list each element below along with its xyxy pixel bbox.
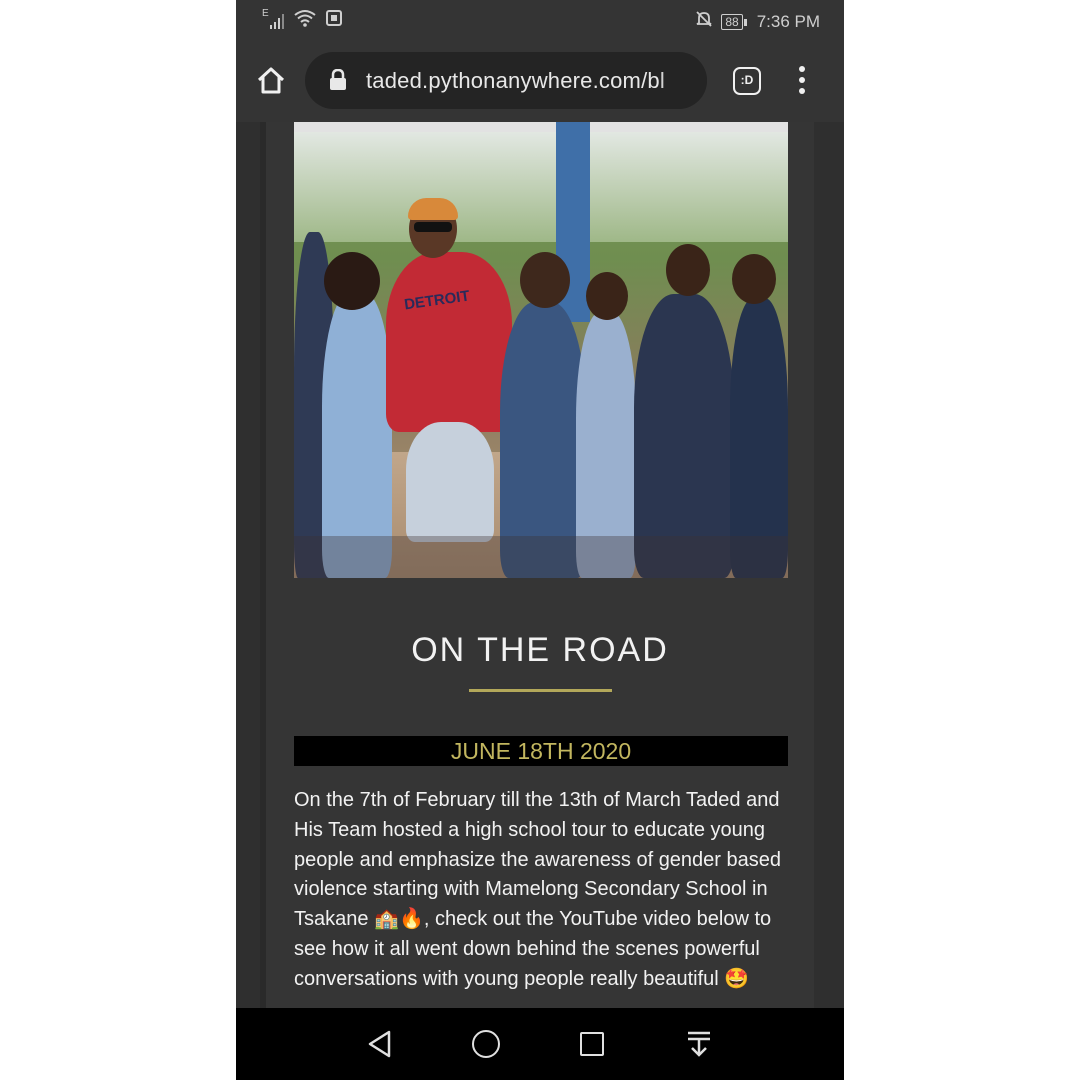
battery-icon: 88	[721, 13, 748, 30]
back-triangle-icon	[368, 1030, 391, 1058]
app-notification-icon	[326, 10, 342, 31]
pulldown-arrow-icon	[688, 1031, 710, 1057]
web-content[interactable]: DETROIT ON THE ROAD JUNE 18TH 2020 On th…	[236, 122, 844, 1008]
signal-icon: E	[262, 8, 284, 30]
notification-pulldown-button[interactable]	[686, 1030, 712, 1063]
dex-button[interactable]: :D	[733, 67, 761, 95]
navigation-bar	[236, 1008, 844, 1080]
wifi-icon	[294, 9, 316, 32]
mute-bell-icon	[695, 10, 713, 33]
dot-icon	[799, 66, 805, 72]
status-bar: E 88 7:36 PM	[236, 0, 844, 40]
recent-apps-button[interactable]	[580, 1032, 604, 1056]
url-text: taded.pythonanywhere.com/bl	[366, 68, 665, 93]
dot-icon	[799, 77, 805, 83]
person	[386, 252, 512, 432]
more-menu-button[interactable]	[796, 66, 808, 96]
home-circle-button[interactable]	[472, 1030, 500, 1058]
home-button[interactable]	[254, 64, 288, 98]
clock: 7:36 PM	[756, 11, 820, 31]
title-divider	[469, 689, 612, 692]
browser-toolbar: taded.pythonanywhere.com/bl :D	[236, 40, 844, 122]
home-icon	[257, 67, 285, 94]
post-date: JUNE 18TH 2020	[294, 736, 788, 766]
blog-photo: DETROIT	[294, 122, 788, 578]
address-bar[interactable]: taded.pythonanywhere.com/bl	[305, 52, 707, 109]
dot-icon	[799, 88, 805, 94]
back-button[interactable]	[367, 1030, 393, 1063]
phone-screen: E 88 7:36 PM taded.pythonanywhere.com/bl	[236, 0, 844, 1080]
person	[406, 422, 494, 542]
lock-icon	[330, 69, 346, 90]
post-title: ON THE ROAD	[411, 630, 669, 669]
post-body: On the 7th of February till the 13th of …	[294, 789, 782, 990]
